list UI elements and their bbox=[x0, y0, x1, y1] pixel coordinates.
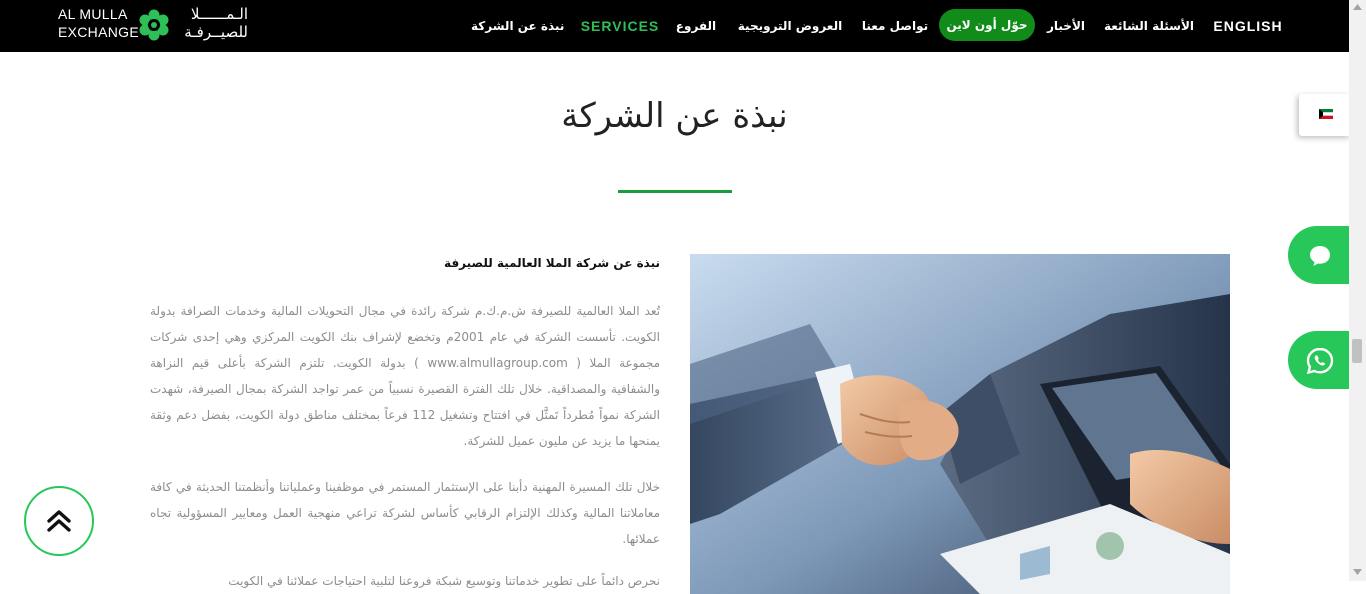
nav-item-promotions[interactable]: العروض الترويجية bbox=[734, 9, 846, 43]
handshake-photo bbox=[690, 254, 1230, 594]
kuwait-flag-icon bbox=[1319, 109, 1333, 119]
language-switch-english[interactable]: ENGLISH bbox=[1210, 9, 1286, 43]
nav-item-news[interactable]: الأخبار bbox=[1044, 9, 1088, 43]
nav-item-faq[interactable]: الأسئلة الشائعة bbox=[1104, 9, 1194, 43]
top-navigation-bar: AL MULLA EXCHANGE الـمــــــلا للصيــرفـ… bbox=[0, 0, 1349, 52]
section-heading: نبذة عن شركة الملا العالمية للصيرفة bbox=[444, 256, 660, 270]
nav-item-branches[interactable]: الفروع bbox=[674, 9, 718, 43]
about-paragraph-3: نحرص دائماً على تطوير خدماتنا وتوسيع شبك… bbox=[228, 574, 660, 588]
scroll-up-arrow-icon[interactable] bbox=[1353, 4, 1362, 10]
language-flag-tab[interactable] bbox=[1299, 94, 1351, 136]
about-paragraph-1: تُعد الملا العالمية للصيرفة ش.م.ك.م شركة… bbox=[150, 304, 660, 448]
nav-item-about[interactable]: نبذة عن الشركة bbox=[471, 9, 564, 43]
transfer-online-button[interactable]: حوّل أون لاين bbox=[939, 9, 1035, 41]
chat-bubble-icon bbox=[1310, 246, 1330, 266]
title-divider bbox=[618, 190, 732, 193]
double-chevron-up-icon bbox=[47, 510, 71, 532]
page-scrollbar[interactable] bbox=[1349, 0, 1366, 581]
about-paragraph-2: خلال تلك المسيرة المهنية دأبنا على الإست… bbox=[150, 480, 660, 546]
scrollbar-thumb[interactable] bbox=[1352, 339, 1362, 363]
scroll-down-arrow-icon[interactable] bbox=[1353, 569, 1362, 575]
back-to-top-button[interactable] bbox=[24, 486, 94, 556]
nav-item-contact[interactable]: تواصل معنا bbox=[861, 9, 929, 43]
nav-item-services[interactable]: SERVICES bbox=[580, 9, 660, 43]
page-title: نبذة عن الشركة bbox=[561, 96, 788, 136]
main-nav: نبذة عن الشركة SERVICES الفروع العروض ال… bbox=[0, 9, 1349, 43]
whatsapp-icon bbox=[1306, 347, 1334, 375]
